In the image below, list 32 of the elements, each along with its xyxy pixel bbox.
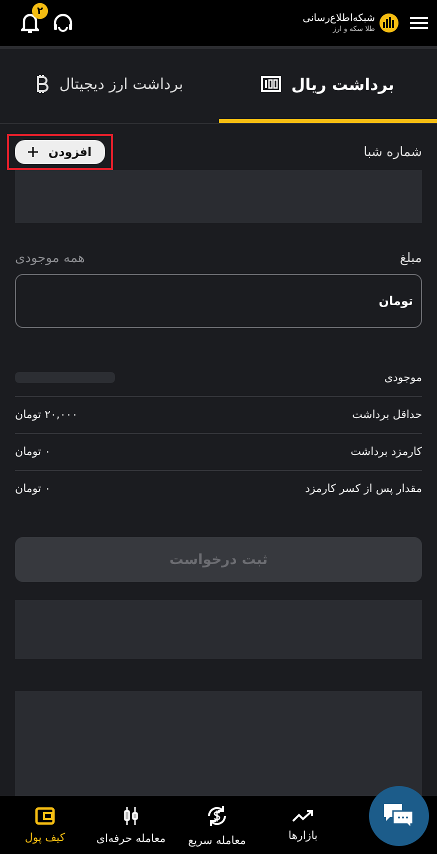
trend-up-icon [292, 808, 314, 822]
logo-title: شبکه‌اطلاع‌رسانی [302, 12, 375, 24]
nav-item[interactable]: معامله حرفه‌ای [88, 796, 174, 854]
detail-value: ۰ تومان [15, 445, 50, 458]
detail-label: حداقل برداشت [352, 408, 422, 422]
detail-value: ۲۰,۰۰۰ تومان [15, 408, 78, 422]
nav-item[interactable]: معامله سریع [174, 796, 260, 854]
nav-item[interactable]: کیف پول [2, 796, 88, 854]
banknote-icon [261, 76, 282, 92]
currency-exchange-icon [205, 804, 229, 828]
detail-label: کارمزد برداشت [350, 445, 422, 458]
amount-field[interactable]: تومان [15, 274, 422, 328]
notification-count: ۲ [32, 3, 48, 19]
currency-unit: تومان [378, 294, 413, 308]
bitcoin-icon [35, 74, 50, 94]
detail-label: مقدار پس از کسر کارمزد [305, 482, 422, 496]
tab[interactable]: برداشت ریال [218, 49, 437, 123]
detail-label: موجودی [384, 371, 422, 384]
tab[interactable]: برداشت ارز دیجیتال [0, 49, 218, 123]
add-button[interactable]: افزودن [15, 140, 105, 164]
menu-icon[interactable] [409, 15, 429, 31]
amount-label: مبلغ [400, 251, 422, 266]
plus-icon [28, 147, 38, 157]
support-headset-icon[interactable] [52, 13, 74, 33]
all-balance-link[interactable]: همه موجودی [15, 251, 85, 266]
notification-bell-icon[interactable] [21, 12, 39, 34]
candlestick-icon [123, 806, 139, 826]
nav-item[interactable]: بازارها [260, 796, 346, 854]
detail-value: ۰ تومان [15, 482, 50, 496]
wallet-icon [35, 806, 55, 824]
iban-label: شماره شبا [364, 144, 422, 160]
logo-icon [379, 13, 399, 33]
